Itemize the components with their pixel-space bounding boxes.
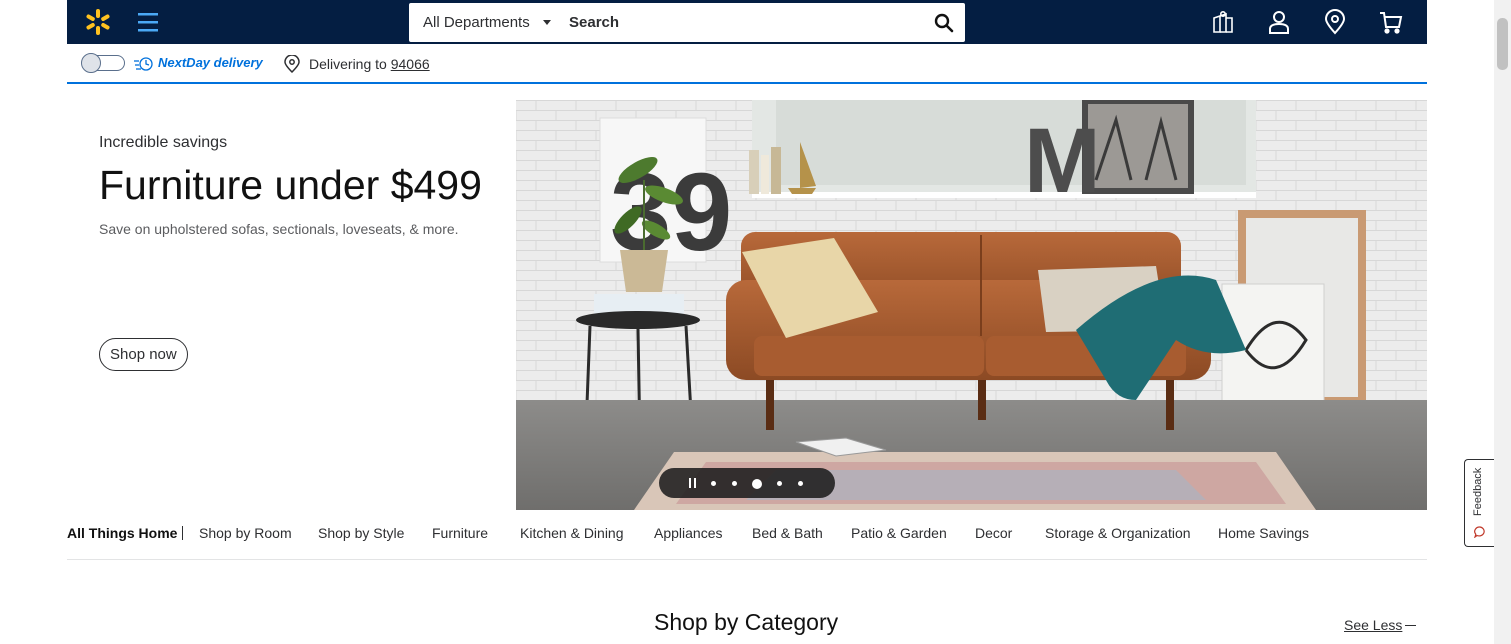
delivering-to-label: Delivering to bbox=[309, 56, 387, 72]
department-dropdown[interactable]: All Departments bbox=[423, 14, 530, 31]
toggle-knob bbox=[81, 53, 101, 73]
see-less-link[interactable]: See Less bbox=[1344, 617, 1402, 633]
reorder-icon[interactable] bbox=[1210, 9, 1236, 35]
nextday-toggle[interactable] bbox=[81, 53, 125, 73]
hero-subtitle: Save on upholstered sofas, sectionals, l… bbox=[99, 221, 459, 237]
nextday-label[interactable]: NextDay delivery bbox=[158, 55, 263, 70]
feedback-label: Feedback bbox=[1472, 468, 1484, 517]
nav-divider bbox=[182, 526, 183, 540]
carousel-dot-1[interactable] bbox=[711, 481, 716, 486]
svg-text:M: M bbox=[1024, 110, 1101, 212]
carousel-dot-3[interactable] bbox=[752, 479, 762, 489]
feedback-tab[interactable]: Feedback bbox=[1464, 459, 1494, 547]
collapse-dash-icon[interactable] bbox=[1405, 625, 1416, 626]
page-scrollbar[interactable] bbox=[1494, 0, 1511, 644]
nav-item-decor[interactable]: Decor bbox=[975, 525, 1012, 541]
nav-item-storage-organization[interactable]: Storage & Organization bbox=[1045, 525, 1191, 541]
carousel-controls bbox=[659, 468, 835, 498]
hero-title: Furniture under $499 bbox=[99, 162, 482, 208]
nav-item-appliances[interactable]: Appliances bbox=[654, 525, 723, 541]
hero-eyebrow: Incredible savings bbox=[99, 134, 228, 151]
nav-item-furniture[interactable]: Furniture bbox=[432, 525, 488, 541]
delivery-bar: NextDay delivery Delivering to 94066 bbox=[67, 44, 1427, 84]
search-input[interactable] bbox=[569, 9, 909, 36]
pause-icon[interactable] bbox=[689, 478, 697, 488]
nav-item-shop-by-style[interactable]: Shop by Style bbox=[318, 525, 404, 541]
nav-item-shop-by-room[interactable]: Shop by Room bbox=[199, 525, 292, 541]
search-icon[interactable] bbox=[933, 12, 955, 34]
location-pin-icon bbox=[284, 55, 300, 73]
nav-current-all-things-home[interactable]: All Things Home bbox=[67, 525, 177, 541]
hamburger-icon[interactable] bbox=[137, 9, 159, 35]
carousel-dot-2[interactable] bbox=[732, 481, 737, 486]
nav-item-kitchen-dining[interactable]: Kitchen & Dining bbox=[520, 525, 624, 541]
nav-item-bed-bath[interactable]: Bed & Bath bbox=[752, 525, 823, 541]
delivery-location: Delivering to 94066 bbox=[309, 56, 430, 72]
account-icon[interactable] bbox=[1266, 9, 1292, 35]
chat-bubble-icon bbox=[1474, 526, 1485, 538]
walmart-spark-icon[interactable] bbox=[83, 7, 113, 37]
category-nav: All Things Home Shop by Room Shop by Sty… bbox=[67, 521, 1427, 560]
nav-item-patio-garden[interactable]: Patio & Garden bbox=[851, 525, 947, 541]
fast-delivery-icon bbox=[134, 57, 153, 71]
hero-image[interactable]: M 39 bbox=[516, 100, 1427, 510]
cart-icon[interactable] bbox=[1378, 9, 1404, 35]
carousel-dot-5[interactable] bbox=[798, 481, 803, 486]
search-bar: All Departments bbox=[409, 3, 965, 42]
nav-item-home-savings[interactable]: Home Savings bbox=[1218, 525, 1309, 541]
chevron-down-icon[interactable] bbox=[543, 20, 551, 25]
hero-text-block: Incredible savings Furniture under $499 … bbox=[99, 134, 499, 240]
carousel-dot-4[interactable] bbox=[777, 481, 782, 486]
section-title: Shop by Category bbox=[654, 609, 839, 635]
zip-code-link[interactable]: 94066 bbox=[391, 56, 430, 72]
store-location-icon[interactable] bbox=[1322, 9, 1348, 35]
shop-now-button[interactable]: Shop now bbox=[99, 338, 188, 371]
scrollbar-thumb[interactable] bbox=[1497, 18, 1508, 70]
top-header: All Departments bbox=[67, 0, 1427, 44]
